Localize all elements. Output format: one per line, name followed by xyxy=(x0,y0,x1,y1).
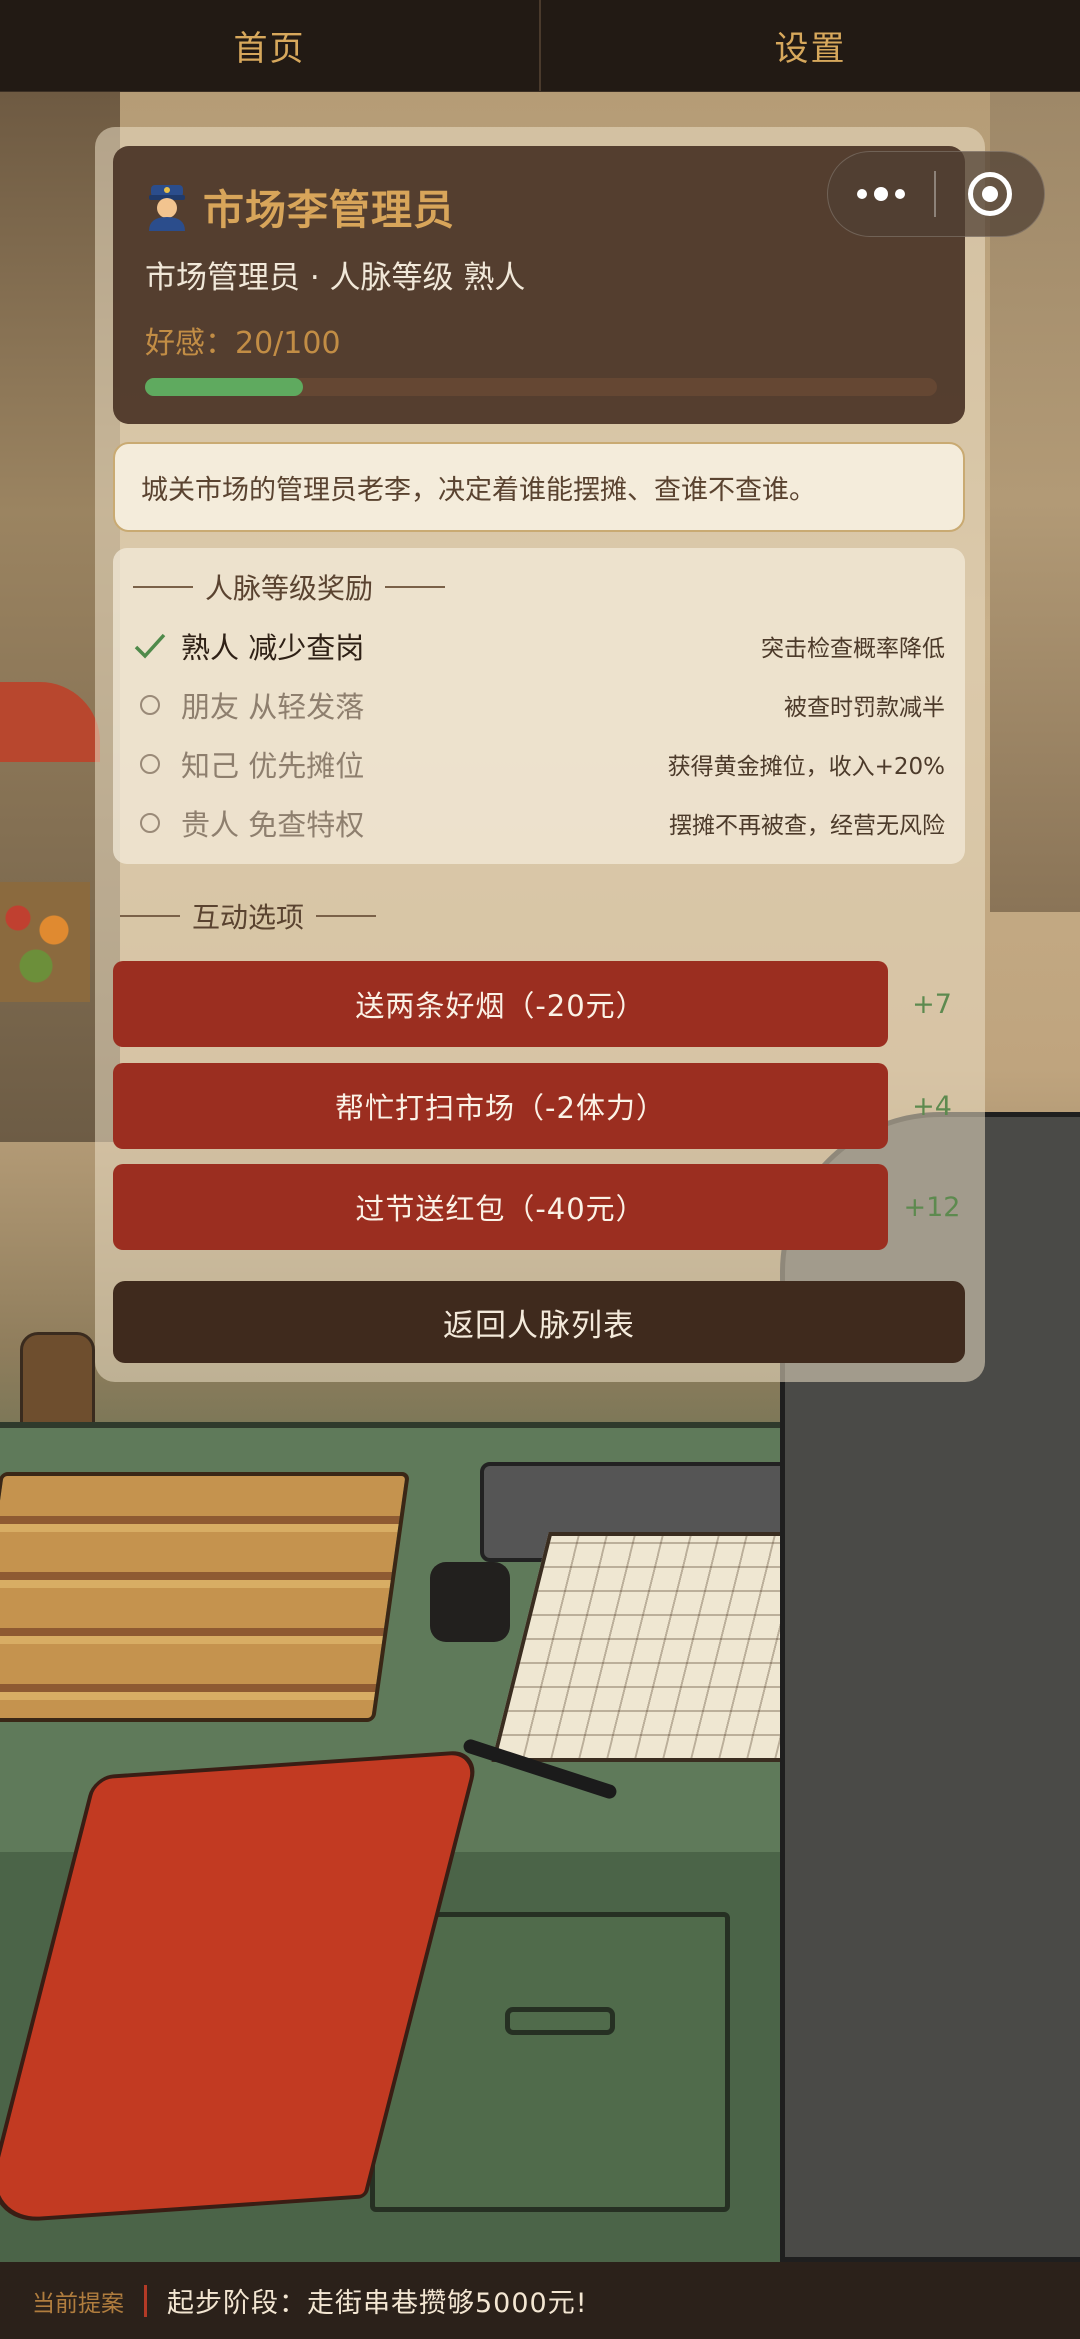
actions-title-text: 互动选项 xyxy=(192,901,305,934)
favor-gain: +4 xyxy=(912,1090,952,1122)
tab-home[interactable]: 首页 xyxy=(0,0,539,91)
unchecked-circle-icon xyxy=(133,747,167,781)
actions-section-title: 互动选项 xyxy=(120,896,388,936)
more-button[interactable] xyxy=(828,152,934,236)
current-proposal-text: 起步阶段：走街串巷攒够5000元! xyxy=(167,2288,588,2319)
favor-label: 好感：20/100 xyxy=(145,326,341,361)
favor-gain: +12 xyxy=(903,1191,961,1223)
reward-desc: 被查时罚款减半 xyxy=(784,695,945,721)
reward-desc: 摆摊不再被查，经营无风险 xyxy=(669,813,945,839)
status-divider xyxy=(144,2284,147,2317)
book-stack-illustration xyxy=(0,1472,410,1722)
reward-title-text: 人脉等级奖励 xyxy=(205,572,374,605)
target-close-icon xyxy=(968,172,1012,216)
reward-item: 熟人 减少查岗 突击检查概率降低 xyxy=(133,620,945,672)
sweep-market-button[interactable]: 帮忙打扫市场（-2体力） xyxy=(113,1063,888,1149)
reward-item: 贵人 免查特权 摆摊不再被查，经营无风险 xyxy=(133,797,945,849)
close-button[interactable] xyxy=(936,152,1044,236)
current-proposal-label: 当前提案 xyxy=(32,2290,124,2317)
npc-name: 市场李管理员 xyxy=(203,186,455,234)
tab-settings[interactable]: 设置 xyxy=(541,0,1080,91)
reward-item: 知己 优先摊位 获得黄金摊位，收入+20% xyxy=(133,738,945,790)
reward-name: 贵人 免查特权 xyxy=(181,808,365,842)
reward-item: 朋友 从轻发落 被查时罚款减半 xyxy=(133,679,945,731)
inkpot-illustration xyxy=(430,1562,510,1642)
gift-cigarettes-button[interactable]: 送两条好烟（-20元） xyxy=(113,961,888,1047)
unchecked-circle-icon xyxy=(133,806,167,840)
reward-desc: 突击检查概率降低 xyxy=(761,636,945,662)
police-officer-icon xyxy=(145,181,189,231)
check-icon xyxy=(133,629,167,663)
favor-progress-bar xyxy=(145,378,937,396)
npc-subtitle: 市场管理员 · 人脉等级 熟人 xyxy=(145,260,526,296)
reward-desc: 获得黄金摊位，收入+20% xyxy=(667,754,945,780)
favor-progress-fill xyxy=(145,378,304,396)
action-row: 送两条好烟（-20元） +7 xyxy=(113,961,965,1047)
red-envelope-button[interactable]: 过节送红包（-40元） xyxy=(113,1164,888,1250)
reward-section-title: 人脉等级奖励 xyxy=(133,567,457,607)
back-to-contacts-button[interactable]: 返回人脉列表 xyxy=(113,1281,965,1363)
reward-name: 熟人 减少查岗 xyxy=(181,631,365,665)
action-row: 过节送红包（-40元） +12 xyxy=(113,1164,965,1250)
action-row: 帮忙打扫市场（-2体力） +4 xyxy=(113,1063,965,1149)
reward-name: 朋友 从轻发落 xyxy=(181,690,365,724)
produce-stall xyxy=(0,882,90,1002)
npc-description: 城关市场的管理员老李，决定着谁能摆摊、查谁不查谁。 xyxy=(113,442,965,532)
miniprogram-capsule xyxy=(827,151,1045,237)
more-dots-icon xyxy=(857,187,905,201)
bottom-status-bar: 当前提案 起步阶段：走街串巷攒够5000元! xyxy=(0,2262,1080,2339)
unchecked-circle-icon xyxy=(133,688,167,722)
reward-name: 知己 优先摊位 xyxy=(181,749,365,783)
top-navigation: 首页 设置 xyxy=(0,0,1080,92)
favor-gain: +7 xyxy=(912,988,952,1020)
npc-title: 市场李管理员 xyxy=(145,176,455,236)
